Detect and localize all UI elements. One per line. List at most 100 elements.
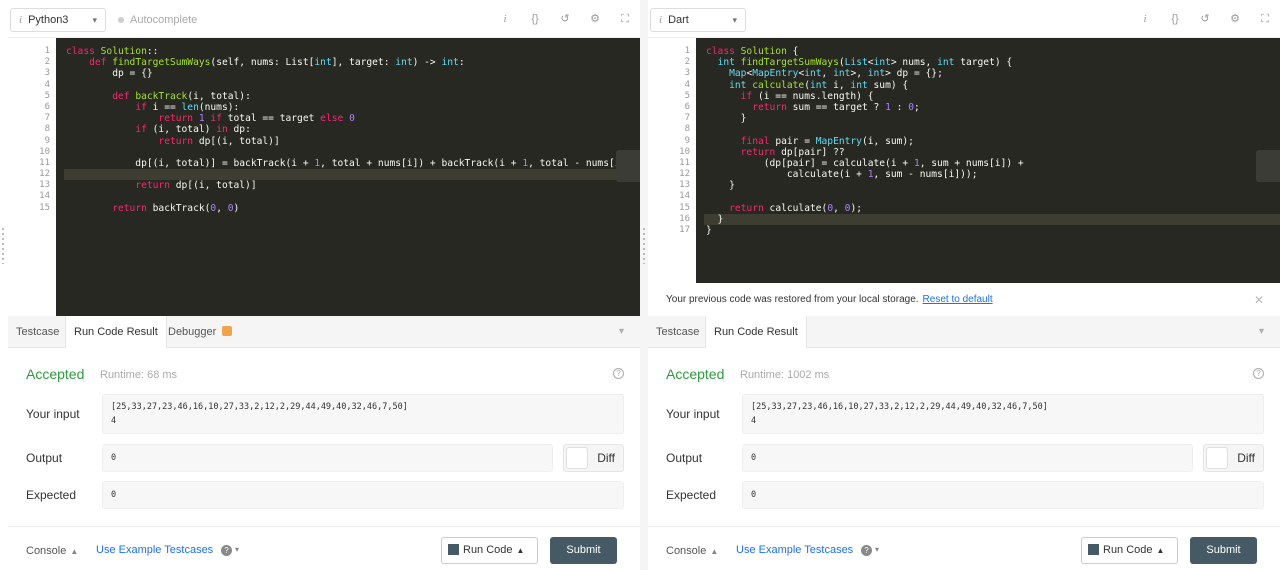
diff-toggle[interactable]: Diff (563, 444, 624, 472)
language-select[interactable]: i Python3 ▾ (10, 8, 106, 32)
help-icon[interactable]: ? (221, 545, 232, 556)
code-line[interactable]: (dp[pair] = calculate(i + 1, sum + nums[… (704, 158, 1280, 169)
code-line[interactable]: return 1 if total == target else 0 (64, 113, 640, 124)
code-line[interactable]: return calculate(0, 0); (704, 203, 1280, 214)
run-code-button[interactable]: Run Code ▲ (1081, 537, 1178, 564)
left-resize-grip[interactable] (2, 228, 4, 264)
diff-toggle[interactable]: Diff (1203, 444, 1264, 472)
code-token: int (395, 57, 413, 69)
code-line[interactable]: dp[(i, total)] = backTrack(i + 1, total … (64, 158, 640, 169)
code-line[interactable]: return dp[pair] ?? (704, 147, 1280, 158)
code-line[interactable]: if (i, total) in dp: (64, 124, 640, 135)
code-line[interactable]: return sum == target ? 1 : 0; (704, 102, 1280, 113)
chevron-down-icon[interactable]: ▾ (235, 545, 239, 554)
info-icon[interactable]: i (498, 12, 512, 26)
code-line[interactable]: class Solution { (704, 46, 1280, 57)
code-line[interactable]: } (704, 180, 1280, 191)
code-line[interactable]: dp = {} (64, 68, 640, 79)
help-icon[interactable]: ? (613, 368, 624, 379)
code-content[interactable]: class Solution { int findTargetSumWays(L… (704, 46, 1280, 236)
tab-testcase[interactable]: Testcase (648, 316, 707, 348)
code-editor[interactable]: 1 2 3 4 5 6 7 8 9 10 11 12 13 14 15 class Solution:: d… (8, 38, 640, 316)
settings-icon[interactable]: ⚙ (588, 12, 602, 26)
code-line[interactable]: int calculate(int i, int sum) { (704, 80, 1280, 91)
console-button[interactable]: Console ▲ (666, 545, 718, 557)
code-line[interactable] (64, 191, 640, 202)
autocomplete-toggle[interactable]: Autocomplete (118, 14, 197, 26)
code-token: : (890, 101, 909, 113)
help-icon[interactable]: ? (861, 545, 872, 556)
diff-switch[interactable] (1206, 447, 1228, 469)
use-example-testcases-link[interactable]: Use Example Testcases (96, 544, 213, 556)
code-line[interactable]: Map<MapEntry<int, int>, int> dp = {}; (704, 68, 1280, 79)
reset-icon[interactable]: ↺ (1198, 12, 1212, 26)
braces-icon[interactable]: {} (1168, 12, 1182, 26)
submit-button[interactable]: Submit (1190, 537, 1257, 564)
code-token: dp: (233, 124, 251, 136)
side-panel-tab[interactable] (1256, 150, 1280, 182)
code-token: MapEntry (815, 135, 862, 147)
code-line[interactable] (64, 169, 640, 181)
right-toolbar: i Dart ▾ i {} ↺ ⚙ ⛶ (648, 0, 1280, 38)
code-line[interactable]: calculate(i + 1, sum - nums[i])); (704, 169, 1280, 180)
language-select[interactable]: i Dart ▾ (650, 8, 746, 32)
fullscreen-icon[interactable]: ⛶ (1258, 12, 1272, 26)
language-label: Dart (668, 14, 689, 26)
chevron-down-icon[interactable]: ▾ (875, 545, 879, 554)
braces-icon[interactable]: {} (528, 12, 542, 26)
chevron-down-icon[interactable]: ▾ (619, 316, 624, 348)
code-line[interactable] (64, 80, 640, 91)
code-line[interactable] (704, 191, 1280, 202)
code-token: , (821, 68, 834, 80)
code-token: , (833, 202, 845, 214)
fullscreen-icon[interactable]: ⛶ (618, 12, 632, 26)
code-line[interactable]: } (704, 213, 1280, 225)
code-line[interactable]: return dp[(i, total)] (64, 180, 640, 191)
output-label: Output (666, 451, 703, 465)
code-line[interactable] (704, 124, 1280, 135)
code-line[interactable] (64, 147, 640, 158)
restore-notice-text: Your previous code was restored from you… (666, 294, 919, 305)
code-line[interactable]: return dp[(i, total)] (64, 136, 640, 147)
code-line[interactable]: if (i == nums.length) { (704, 91, 1280, 102)
code-line[interactable]: return backTrack(0, 0) (64, 203, 640, 214)
side-panel-tab[interactable] (616, 150, 640, 182)
code-line[interactable]: } (704, 225, 1280, 236)
help-icon[interactable]: ? (1253, 368, 1264, 379)
settings-icon[interactable]: ⚙ (1228, 12, 1242, 26)
tab-testcase[interactable]: Testcase (8, 316, 67, 348)
submit-button[interactable]: Submit (550, 537, 617, 564)
code-token: { (786, 46, 799, 57)
code-token: class (706, 46, 741, 57)
close-icon[interactable]: ✕ (1254, 284, 1264, 316)
reset-to-default-link[interactable]: Reset to default (923, 294, 993, 305)
code-line[interactable]: def backTrack(i, total): (64, 91, 640, 102)
console-button[interactable]: Console ▲ (26, 545, 78, 557)
tab-run-code-result[interactable]: Run Code Result (705, 316, 807, 349)
bottom-bar: Console ▲ Use Example Testcases ? ▾ Run C… (648, 526, 1280, 570)
code-content[interactable]: class Solution:: def findTargetSumWays(s… (64, 46, 640, 214)
code-line[interactable]: final pair = MapEntry(i, sum); (704, 136, 1280, 147)
code-line[interactable]: class Solution:: (64, 46, 640, 57)
code-line[interactable]: } (704, 113, 1280, 124)
code-token: sum == target ? (792, 101, 886, 113)
line-number: 1 (684, 46, 690, 56)
line-number: 10 (39, 146, 50, 157)
code-editor[interactable]: 1 2 3 4 5 6 7 8 9 10 11 12 13 14 15 16 17 class Solution… (648, 38, 1280, 283)
reset-icon[interactable]: ↺ (558, 12, 572, 26)
diff-switch[interactable] (566, 447, 588, 469)
line-number: 13 (679, 180, 690, 191)
code-token: (i, total): (187, 90, 251, 102)
tab-run-code-result[interactable]: Run Code Result (65, 316, 167, 349)
chevron-down-icon[interactable]: ▾ (1259, 316, 1264, 348)
pane-splitter[interactable] (640, 0, 648, 570)
code-line[interactable]: int findTargetSumWays(List<int> nums, in… (704, 57, 1280, 68)
code-token: (i, total) (152, 124, 217, 136)
run-code-button[interactable]: Run Code ▲ (441, 537, 538, 564)
code-line[interactable]: if i == len(nums): (64, 102, 640, 113)
tab-debugger[interactable]: Debugger (160, 316, 240, 348)
code-line[interactable]: def findTargetSumWays(self, nums: List[i… (64, 57, 640, 68)
editor-tools: i {} ↺ ⚙ ⛶ (498, 12, 632, 26)
info-icon[interactable]: i (1138, 12, 1152, 26)
use-example-testcases-link[interactable]: Use Example Testcases (736, 544, 853, 556)
